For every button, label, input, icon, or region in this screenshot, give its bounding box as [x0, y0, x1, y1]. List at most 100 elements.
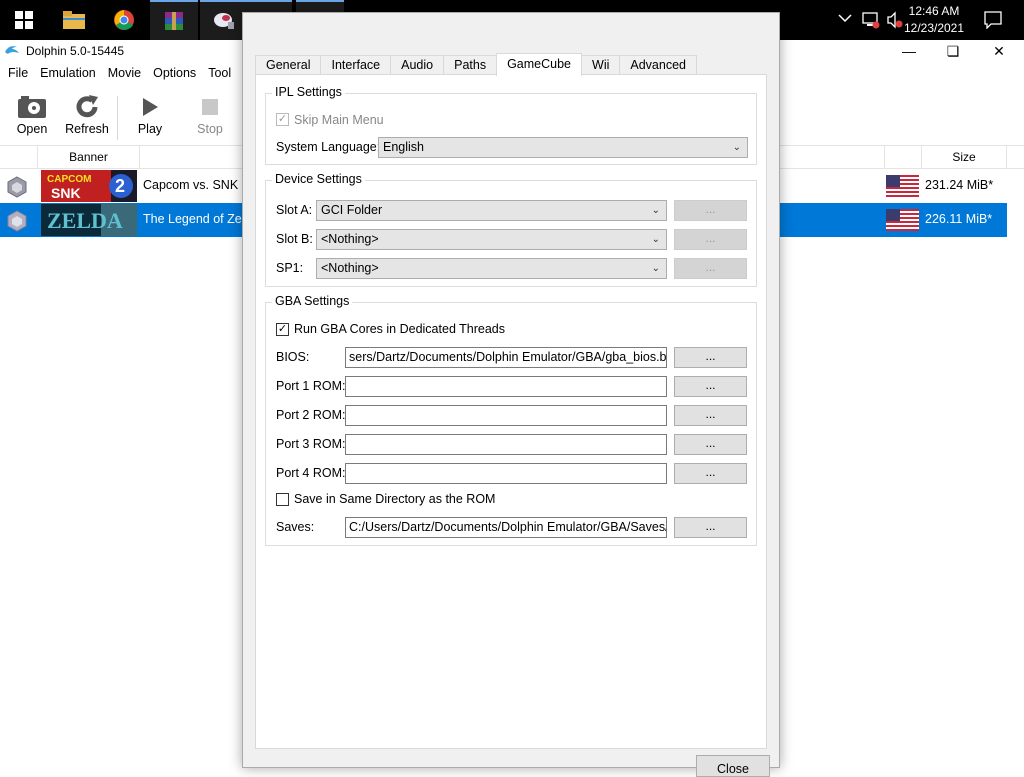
chevron-down-icon: ⌄ — [651, 263, 660, 274]
ipl-settings-group: IPL Settings ✓ Skip Main Menu System Lan… — [265, 85, 757, 165]
close-window-button[interactable]: ✕ — [976, 40, 1022, 62]
system-language-label: System Language: — [276, 140, 381, 154]
region-column-header[interactable] — [884, 146, 922, 168]
windows-start-icon[interactable] — [0, 0, 48, 40]
port1-browse-button[interactable]: ... — [674, 376, 747, 397]
menu-options[interactable]: Options — [149, 66, 204, 80]
bios-label: BIOS: — [276, 350, 310, 364]
slot-b-config-button[interactable]: ... — [674, 229, 747, 250]
refresh-label: Refresh — [65, 122, 109, 136]
gba-settings-group: GBA Settings ✓ Run GBA Cores in Dedicate… — [265, 294, 757, 546]
tab-wii[interactable]: Wii — [581, 55, 621, 75]
config-tabs: General Interface Audio Paths GameCube W… — [255, 53, 697, 76]
menu-tools[interactable]: Tool — [204, 66, 239, 80]
game-banner: ZELDA — [41, 204, 137, 236]
refresh-button[interactable]: Refresh — [62, 90, 112, 142]
open-label: Open — [16, 122, 48, 136]
bios-browse-button[interactable]: ... — [674, 347, 747, 368]
winrar-icon[interactable] — [150, 0, 198, 40]
svg-text:2: 2 — [115, 176, 125, 196]
play-button[interactable]: Play — [126, 90, 174, 142]
port1-rom-label: Port 1 ROM: — [276, 379, 346, 393]
slot-b-value: <Nothing> — [321, 232, 379, 246]
stop-button[interactable]: Stop — [186, 90, 234, 142]
port1-rom-input[interactable] — [345, 376, 667, 397]
slot-b-label: Slot B: — [276, 232, 313, 246]
chevron-down-icon: ⌄ — [651, 205, 660, 216]
app-icon[interactable] — [200, 0, 248, 40]
port3-rom-label: Port 3 ROM: — [276, 437, 346, 451]
saves-path-input[interactable]: C:/Users/Dartz/Documents/Dolphin Emulato… — [345, 517, 667, 538]
bios-path-input[interactable]: sers/Dartz/Documents/Dolphin Emulator/GB… — [345, 347, 667, 368]
run-gba-cores-checkbox[interactable]: ✓ — [276, 323, 289, 336]
slot-a-config-button[interactable]: ... — [674, 200, 747, 221]
slot-a-value: GCI Folder — [321, 203, 383, 217]
chevron-up-icon[interactable] — [838, 12, 852, 26]
dialog-titlebar — [243, 13, 779, 41]
tab-advanced[interactable]: Advanced — [619, 55, 697, 75]
gba-settings-title: GBA Settings — [272, 294, 353, 308]
sp1-config-button[interactable]: ... — [674, 258, 747, 279]
network-icon[interactable] — [862, 11, 880, 32]
port2-rom-label: Port 2 ROM: — [276, 408, 346, 422]
slot-a-label: Slot A: — [276, 203, 313, 217]
taskbar-clock[interactable]: 12:46 AM 12/23/2021 — [894, 3, 974, 37]
play-icon — [140, 92, 160, 122]
stop-icon — [201, 92, 219, 122]
sp1-select[interactable]: <Nothing> ⌄ — [316, 258, 667, 279]
svg-text:SNK: SNK — [51, 185, 81, 201]
port4-rom-label: Port 4 ROM: — [276, 466, 346, 480]
close-button[interactable]: Close — [696, 755, 770, 777]
svg-text:ZELDA: ZELDA — [47, 208, 123, 233]
saves-label: Saves: — [276, 520, 315, 534]
gamecube-icon — [6, 210, 28, 232]
tab-interface[interactable]: Interface — [320, 55, 392, 75]
slot-b-select[interactable]: <Nothing> ⌄ — [316, 229, 667, 250]
notifications-icon[interactable] — [984, 11, 1002, 32]
tab-audio[interactable]: Audio — [390, 55, 445, 75]
port4-browse-button[interactable]: ... — [674, 463, 747, 484]
open-button[interactable]: Open — [8, 90, 56, 142]
minimize-button[interactable]: — — [886, 40, 932, 62]
port3-browse-button[interactable]: ... — [674, 434, 747, 455]
window-title: Dolphin 5.0-15445 — [26, 44, 125, 58]
port2-browse-button[interactable]: ... — [674, 405, 747, 426]
platform-column-header[interactable] — [0, 146, 38, 168]
tab-general[interactable]: General — [255, 55, 322, 75]
refresh-icon — [73, 92, 101, 122]
port4-rom-input[interactable] — [345, 463, 667, 484]
sp1-value: <Nothing> — [321, 261, 379, 275]
game-banner: CAPCOM SNK 2 — [41, 170, 137, 202]
usa-flag-icon — [886, 175, 919, 197]
menu-file[interactable]: File — [4, 66, 36, 80]
same-directory-checkbox[interactable] — [276, 493, 289, 506]
gamecube-icon — [6, 176, 28, 198]
maximize-button[interactable]: ❏ — [930, 40, 976, 62]
game-title: The Legend of Zelc — [143, 212, 251, 226]
menu-emulation[interactable]: Emulation — [36, 66, 104, 80]
tab-paths[interactable]: Paths — [443, 55, 498, 75]
skip-main-menu-label: Skip Main Menu — [294, 113, 384, 127]
toolbar-separator — [117, 96, 118, 140]
slot-a-select[interactable]: GCI Folder ⌄ — [316, 200, 667, 221]
chevron-down-icon: ⌄ — [732, 142, 741, 153]
file-explorer-icon[interactable] — [50, 0, 98, 40]
open-disc-icon — [17, 92, 47, 122]
menu-movie[interactable]: Movie — [104, 66, 149, 80]
chevron-down-icon: ⌄ — [651, 234, 660, 245]
system-language-select[interactable]: English ⌄ — [378, 137, 748, 158]
port3-rom-input[interactable] — [345, 434, 667, 455]
stop-label: Stop — [197, 122, 223, 136]
game-size: 226.11 MiB* — [925, 212, 993, 226]
port2-rom-input[interactable] — [345, 405, 667, 426]
tab-gamecube[interactable]: GameCube — [496, 53, 583, 76]
dolphin-logo-icon — [4, 44, 20, 59]
skip-main-menu-checkbox[interactable]: ✓ — [276, 113, 289, 126]
banner-column-header[interactable]: Banner — [38, 146, 140, 168]
size-column-header[interactable]: Size — [922, 146, 1007, 168]
usa-flag-icon — [886, 209, 919, 231]
sp1-label: SP1: — [276, 261, 304, 275]
chrome-icon[interactable] — [100, 0, 148, 40]
gamecube-panel: IPL Settings ✓ Skip Main Menu System Lan… — [255, 74, 767, 749]
saves-browse-button[interactable]: ... — [674, 517, 747, 538]
